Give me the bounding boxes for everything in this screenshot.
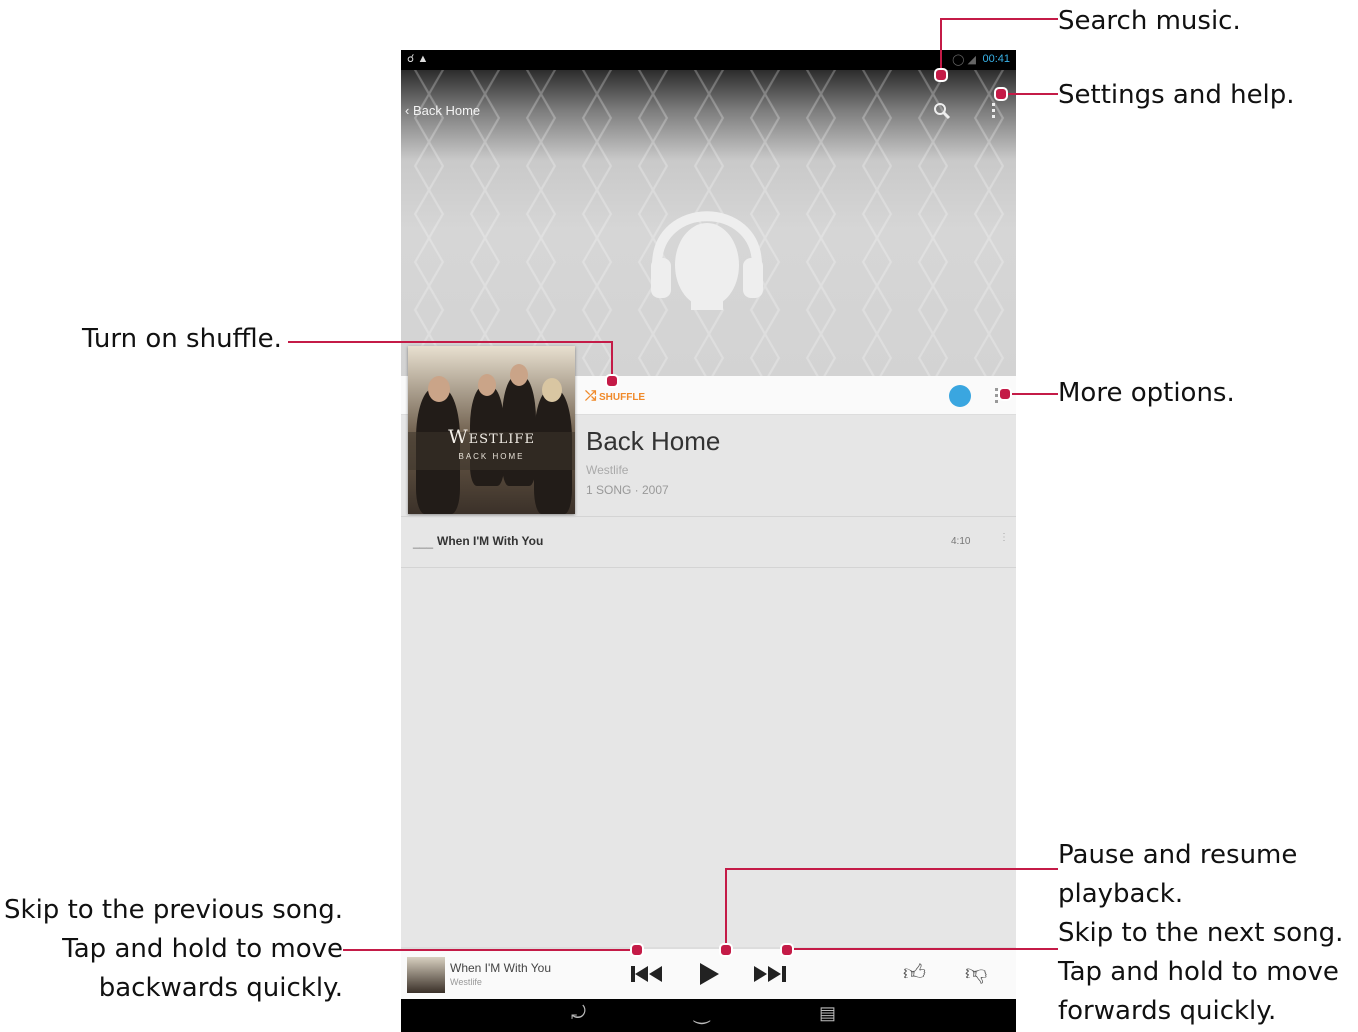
track-number: ___ — [413, 535, 434, 549]
back-label: Back Home — [412, 103, 481, 118]
callout-previous-line2: Tap and hold to move — [62, 934, 343, 964]
cover-face — [478, 374, 496, 396]
cover-album-name: BACK HOME — [458, 452, 525, 461]
callout-line — [288, 341, 612, 343]
overflow-menu-icon[interactable] — [990, 102, 998, 120]
search-icon[interactable] — [933, 102, 951, 120]
shuffle-label: SHUFFLE — [598, 392, 646, 403]
track-row[interactable]: ___ When I'M With You 4:10 ⋮ — [401, 516, 1016, 568]
album-artist[interactable]: Westlife — [586, 463, 628, 477]
track-more-options-icon[interactable]: ⋮ — [999, 533, 1009, 543]
callout-search: Search music. — [1058, 6, 1241, 36]
album-info: ⤮ SHUFFLE Westlife BACK HOME Back Home W… — [401, 346, 1016, 516]
callout-previous-line3: backwards quickly. — [98, 973, 343, 1003]
callout-line — [725, 868, 727, 948]
callout-marker — [998, 387, 1012, 401]
callout-next-line1: Skip to the next song. — [1058, 918, 1344, 948]
callout-previous: Skip to the previous song. Tap and hold … — [0, 891, 343, 1008]
callout-pause: Pause and resume playback. — [1058, 836, 1297, 914]
callout-line — [941, 18, 1058, 20]
usb-warning-icons: ☌ ▲ — [407, 53, 429, 65]
callout-marker — [719, 943, 733, 957]
callout-line — [343, 949, 636, 951]
headphones-placeholder-icon — [651, 211, 763, 310]
play-icon[interactable] — [698, 962, 720, 986]
callout-line — [940, 18, 942, 74]
callout-line — [786, 948, 1058, 950]
callout-next-line3: forwards quickly. — [1058, 996, 1277, 1026]
album-hero-header: ‹ Back Home — [401, 70, 1016, 376]
callout-pause-line1: Pause and resume — [1058, 840, 1298, 870]
callout-marker — [934, 68, 948, 82]
thumbs-up-icon[interactable]: 👍︎ — [903, 959, 926, 986]
now-playing-artist: Westlife — [450, 977, 482, 987]
status-bar: ☌ ▲ ◯ ◢ 00:41 — [401, 50, 1016, 70]
back-button[interactable]: ‹ Back Home — [405, 103, 480, 118]
callout-settings: Settings and help. — [1058, 80, 1295, 110]
cover-band-name: Westlife — [448, 426, 535, 448]
callout-more-options: More options. — [1058, 378, 1235, 408]
previous-track-icon[interactable] — [630, 965, 664, 983]
track-duration: 4:10 — [951, 536, 971, 547]
callout-previous-line1: Skip to the previous song. — [4, 895, 343, 925]
recents-nav-icon[interactable]: ▤ — [819, 1003, 836, 1024]
track-title: When I'M With You — [437, 534, 544, 548]
callout-line — [1000, 93, 1058, 95]
callout-pause-line2: playback. — [1058, 879, 1184, 909]
callout-line — [726, 868, 1058, 870]
album-cover[interactable]: Westlife BACK HOME — [408, 346, 575, 514]
callout-line — [1004, 393, 1058, 395]
album-meta: 1 SONG · 2007 — [586, 483, 669, 497]
callout-shuffle: Turn on shuffle. — [82, 324, 282, 354]
album-title: Back Home — [586, 426, 721, 456]
shuffle-button[interactable]: ⤮ SHUFFLE — [585, 387, 645, 404]
next-track-icon[interactable] — [753, 965, 787, 983]
cover-face — [542, 378, 562, 402]
callout-next-line2: Tap and hold to move — [1058, 957, 1339, 987]
cover-face — [428, 376, 450, 402]
callout-marker — [630, 943, 644, 957]
cover-face — [510, 364, 528, 386]
back-nav-icon[interactable]: ⤾ — [571, 1003, 586, 1024]
callout-next: Skip to the next song. Tap and hold to m… — [1058, 914, 1343, 1031]
tablet-screen: ☌ ▲ ◯ ◢ 00:41 ‹ Back Home ⤮ SHUFFLE West… — [401, 50, 1016, 1032]
callout-marker — [780, 943, 794, 957]
now-playing-bar: When I'M With You Westlife 👍︎ 👎︎ — [401, 947, 1016, 999]
now-playing-thumbnail[interactable] — [407, 957, 445, 993]
shuffle-icon: ⤮ — [585, 387, 597, 403]
home-nav-icon[interactable]: ⏝ — [693, 1003, 710, 1024]
signal-icon: ◯ ◢ — [952, 54, 976, 66]
callout-marker — [605, 374, 619, 388]
system-nav-bar: ⤾ ⏝ ▤ — [401, 999, 1016, 1032]
thumbs-down-icon[interactable]: 👎︎ — [965, 959, 987, 986]
status-time: 00:41 — [982, 53, 1010, 65]
pin-status-icon[interactable] — [949, 385, 971, 407]
callout-marker — [994, 87, 1008, 101]
now-playing-song[interactable]: When I'M With You — [450, 961, 551, 975]
